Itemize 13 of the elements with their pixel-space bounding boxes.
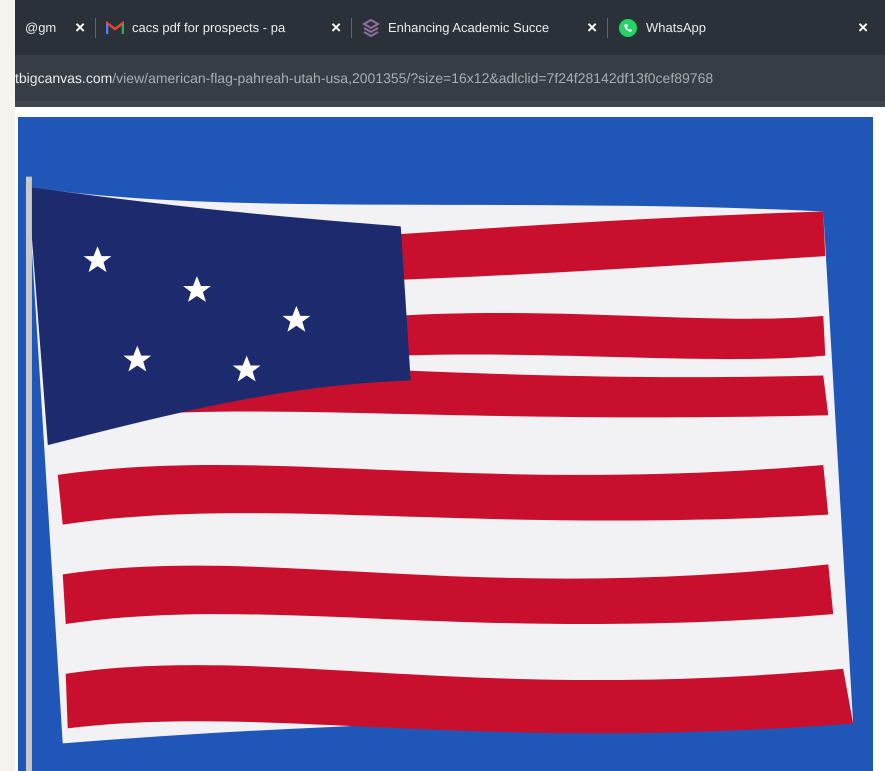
url-domain[interactable]: tbigcanvas.com: [15, 70, 112, 86]
chat-icon: [618, 18, 638, 38]
layers-icon: [362, 18, 380, 36]
mail-icon: [106, 20, 124, 34]
tab-title[interactable]: WhatsApp: [646, 20, 850, 35]
close-icon[interactable]: ×: [858, 18, 868, 38]
close-icon[interactable]: ×: [587, 18, 597, 38]
close-icon[interactable]: ×: [75, 18, 85, 38]
tab-title[interactable]: @gm: [25, 20, 68, 35]
tab-title[interactable]: Enhancing Academic Succe: [388, 20, 580, 35]
url-path[interactable]: /view/american-flag-pahreah-utah-usa,2001355/?size=16x12&adlclid=7f24f28142df13f0cef89768: [112, 70, 714, 86]
tab-title[interactable]: cacs pdf for prospects - pa: [132, 20, 324, 35]
close-icon[interactable]: ×: [331, 18, 341, 38]
